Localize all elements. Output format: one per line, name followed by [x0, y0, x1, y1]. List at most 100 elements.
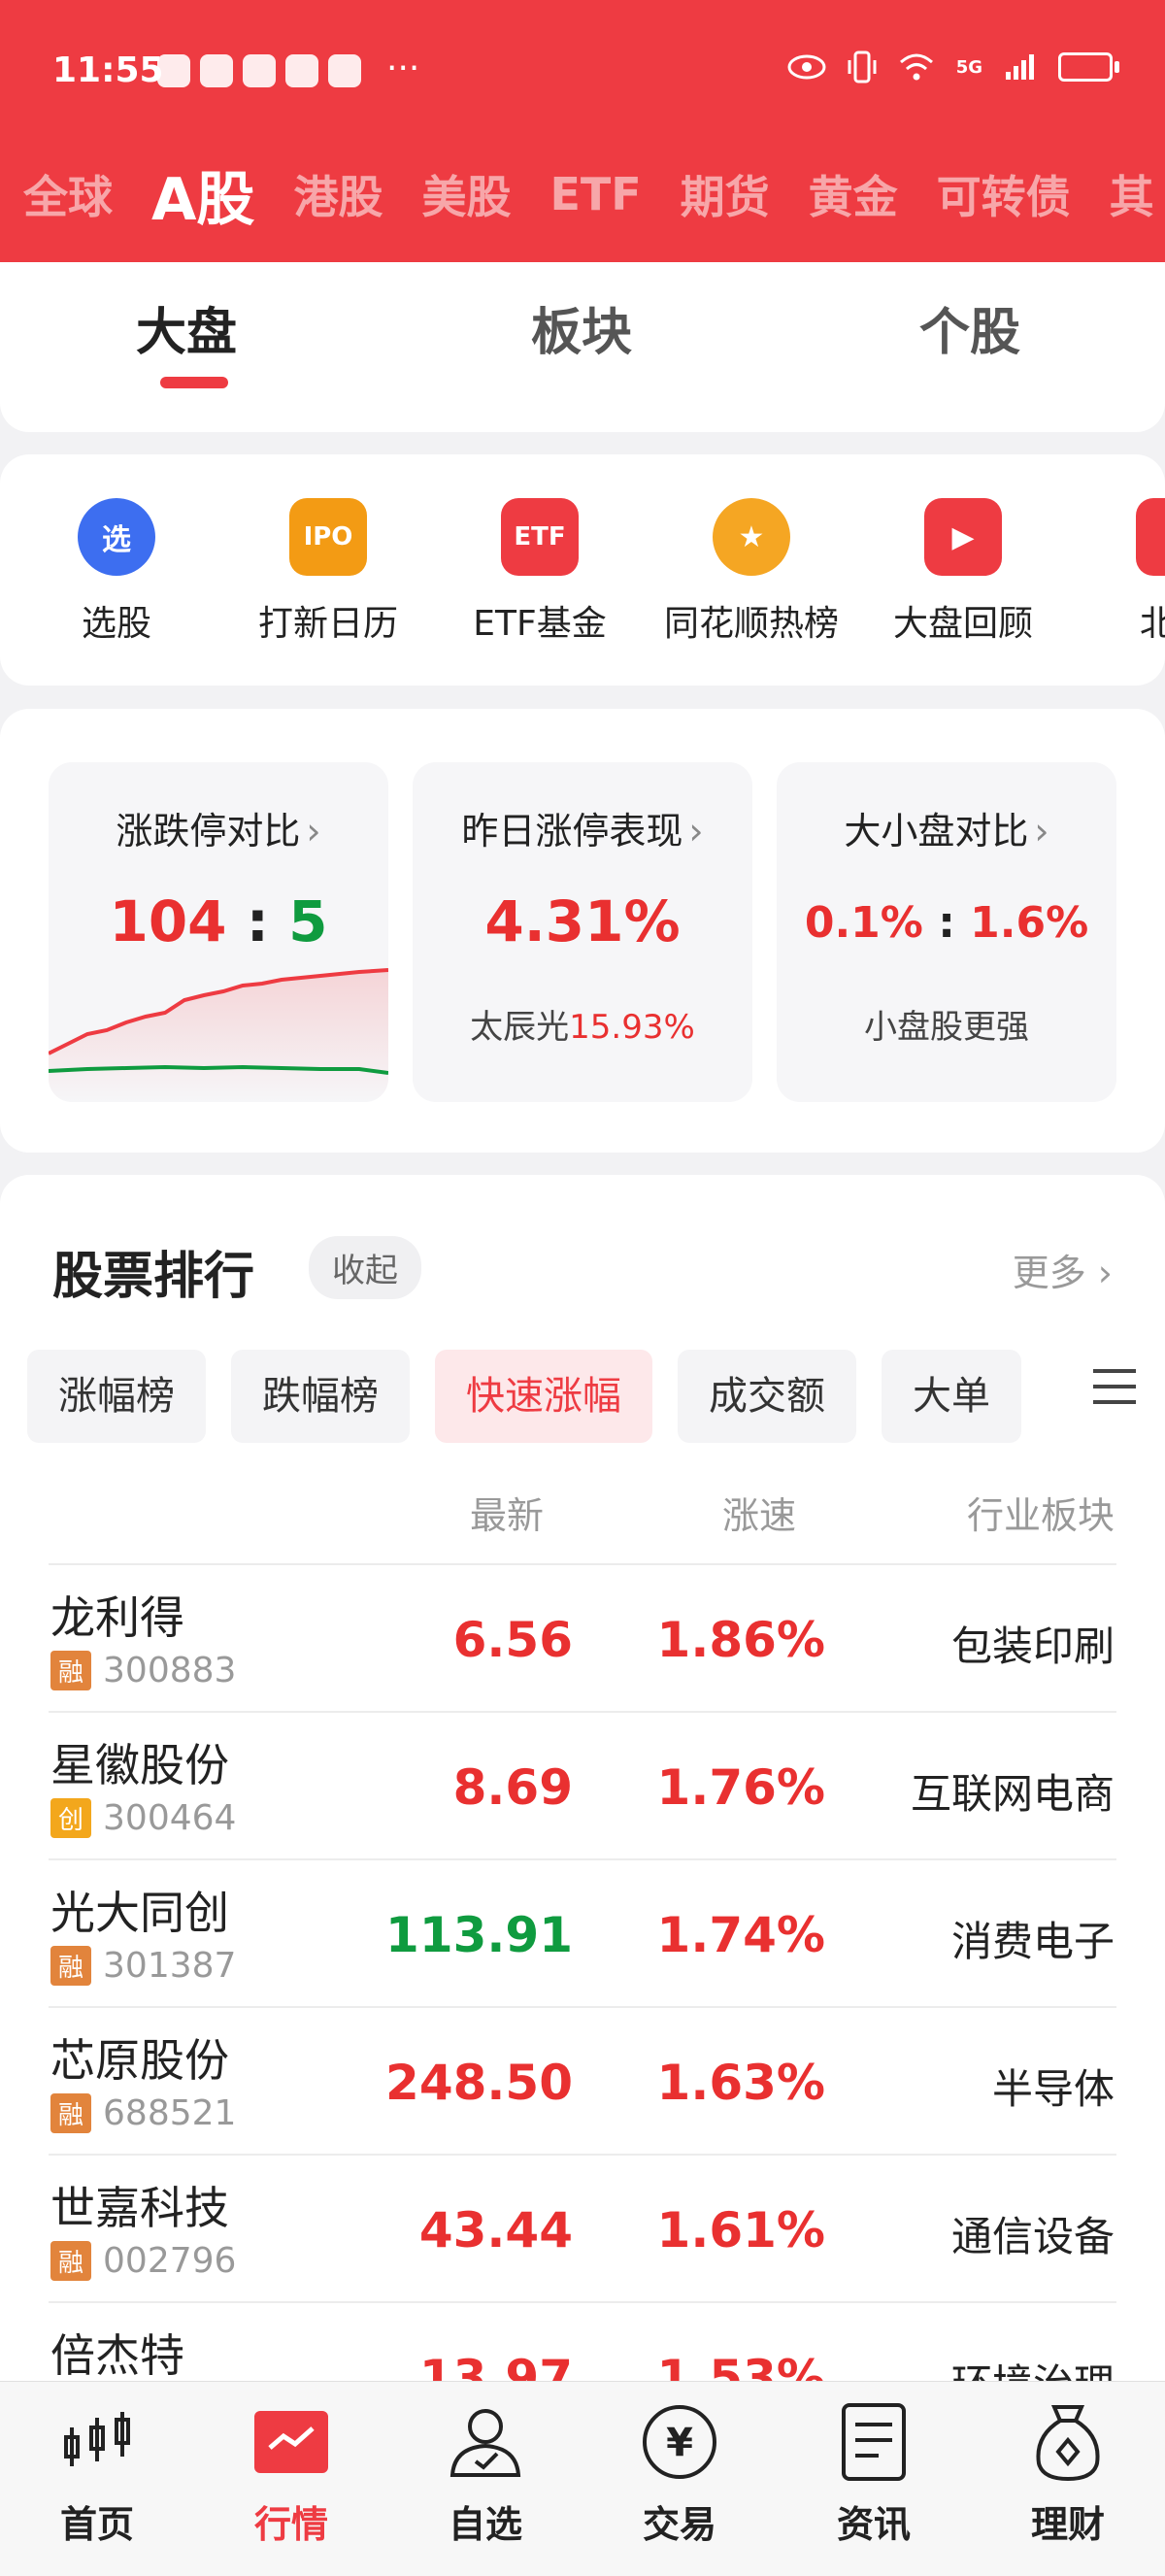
market-tab-hk[interactable]: 港股: [293, 162, 383, 226]
quick-entry-label: 同花顺热榜: [663, 604, 839, 644]
quick-entry-hot-list[interactable]: ★ 同花顺热榜: [645, 498, 858, 646]
nav-label: 交易: [642, 2503, 716, 2546]
margin-tag: 融: [50, 1651, 92, 1690]
table-row[interactable]: 光大同创 融 301387 113.91 1.74% 消费电子: [49, 1858, 1116, 2006]
market-tab-a-share[interactable]: A股: [151, 152, 254, 237]
industry-sector: 互联网电商: [910, 1770, 1115, 1818]
nav-label: 自选: [448, 2503, 522, 2546]
latest-price: 113.91: [385, 1907, 573, 1963]
column-latest[interactable]: 最新: [470, 1486, 544, 1539]
latest-price: 6.56: [452, 1612, 573, 1668]
market-tab-etf[interactable]: ETF: [549, 168, 641, 220]
latest-price: 8.69: [452, 1759, 573, 1816]
filter-fast-rise[interactable]: 快速涨幅: [435, 1350, 652, 1443]
quick-entry-select-stock[interactable]: 选 选股: [10, 498, 223, 646]
sub-tab-bar: 大盘 板块 个股: [0, 262, 1165, 432]
quick-entry-label: 打新日历: [257, 604, 398, 644]
table-header: 最新 涨速 行业板块: [0, 1486, 1165, 1544]
market-tab-convertible[interactable]: 可转债: [937, 162, 1071, 226]
quick-entry-ipo-calendar[interactable]: IPO 打新日历: [221, 498, 435, 646]
stock-code-line: 融 301387: [50, 1946, 236, 1986]
market-tab-gold[interactable]: 黄金: [809, 162, 898, 226]
limit-up-down-card[interactable]: 涨跌停对比 › 104 : 5: [49, 762, 388, 1102]
stock-name: 倍杰特: [50, 2329, 184, 2382]
table-row[interactable]: 芯原股份 融 688521 248.50 1.63% 半导体: [49, 2006, 1116, 2154]
card-title: 大小盘对比 ›: [777, 801, 1116, 854]
bottom-nav: 首页 行情 自选 ¥ 交易 资讯 理财: [0, 2381, 1165, 2576]
quick-entry-etf-fund[interactable]: ETF ETF基金: [433, 498, 647, 646]
notification-icons: [157, 54, 361, 87]
battery-icon: [1058, 52, 1119, 82]
rise-speed: 1.76%: [656, 1759, 825, 1816]
market-tab-global[interactable]: 全球: [23, 162, 113, 226]
user-check-icon: [447, 2403, 524, 2481]
status-time: 11:55: [52, 50, 164, 90]
growth-board-tag: 创: [50, 1798, 92, 1838]
wifi-icon: [899, 53, 933, 81]
nav-market[interactable]: 行情: [194, 2403, 388, 2548]
column-industry: 行业板块: [966, 1494, 1115, 1537]
stock-name: 光大同创: [50, 1887, 229, 1939]
table-row[interactable]: 星徽股份 创 300464 8.69 1.76% 互联网电商: [49, 1711, 1116, 1858]
yesterday-limit-up-value: 4.31%: [484, 888, 681, 954]
column-speed[interactable]: 涨速: [722, 1486, 796, 1539]
table-row[interactable]: 龙利得 融 300883 6.56 1.86% 包装印刷: [49, 1563, 1116, 1711]
cap-compare-ratio: 0.1% : 1.6%: [777, 898, 1116, 948]
status-bar: 11:55 ··· 5G: [0, 0, 1165, 146]
document-icon: [835, 2403, 913, 2481]
quick-entry-label: 北方: [1139, 604, 1165, 644]
menu-icon[interactable]: [1093, 1369, 1136, 1412]
market-tab-futures[interactable]: 期货: [681, 162, 770, 226]
tab-market-overview[interactable]: 大盘: [136, 291, 237, 364]
app-notification-icon: [200, 54, 233, 87]
stock-name: 芯原股份: [50, 2034, 229, 2087]
quick-entry-label: 大盘回顾: [892, 604, 1033, 644]
yesterday-limit-up-card[interactable]: 昨日涨停表现 › 4.31% 太辰光15.93%: [413, 762, 752, 1102]
large-cap-change: 0.1%: [804, 898, 923, 948]
stock-code: 301387: [103, 1946, 237, 1986]
signal-icon: [1006, 54, 1034, 80]
industry-sector: 消费电子: [950, 1918, 1115, 1965]
filter-top-gainers[interactable]: 涨幅榜: [27, 1350, 206, 1443]
top-performer-value: 15.93%: [569, 1008, 695, 1047]
ranking-table: 龙利得 融 300883 6.56 1.86% 包装印刷 星徽股份 创 3004…: [0, 1563, 1165, 2437]
candlestick-icon: [58, 2403, 136, 2481]
stock-code: 688521: [103, 2093, 237, 2133]
nav-home[interactable]: 首页: [0, 2403, 194, 2548]
filter-top-losers[interactable]: 跌幅榜: [231, 1350, 410, 1443]
nav-news[interactable]: 资讯: [777, 2403, 971, 2548]
filter-turnover[interactable]: 成交额: [678, 1350, 856, 1443]
cap-compare-card[interactable]: 大小盘对比 › 0.1% : 1.6% 小盘股更强: [777, 762, 1116, 1102]
quick-entry-north-fund[interactable]: 北方: [1068, 498, 1165, 646]
filter-big-orders[interactable]: 大单: [882, 1350, 1021, 1443]
tab-stocks[interactable]: 个股: [919, 291, 1020, 364]
ratio-separator: :: [938, 898, 955, 948]
quick-entry-market-review[interactable]: ▶ 大盘回顾: [856, 498, 1070, 646]
tab-sectors[interactable]: 板块: [531, 291, 632, 364]
stock-code: 300883: [103, 1651, 237, 1690]
header-bar: 11:55 ··· 5G 全球 A股 港股 美股 ETF 期货 黄金 可转债 其: [0, 0, 1165, 262]
market-tab-us[interactable]: 美股: [421, 162, 511, 226]
ranking-filters: 涨幅榜 跌幅榜 快速涨幅 成交额 大单: [27, 1350, 1076, 1447]
top-performer-name: 太辰光: [470, 1008, 570, 1047]
small-cap-change: 1.6%: [970, 898, 1089, 948]
select-stock-icon: 选: [78, 498, 155, 576]
nav-wealth[interactable]: 理财: [971, 2403, 1165, 2548]
market-tab-other[interactable]: 其: [1110, 162, 1154, 226]
nav-trade[interactable]: ¥ 交易: [582, 2403, 777, 2548]
margin-tag: 融: [50, 2093, 92, 2133]
stock-code-line: 融 002796: [50, 2241, 236, 2281]
collapse-button[interactable]: 收起: [309, 1236, 421, 1299]
table-row[interactable]: 世嘉科技 融 002796 43.44 1.61% 通信设备: [49, 2154, 1116, 2301]
more-link[interactable]: 更多 ›: [1013, 1243, 1113, 1296]
industry-sector: 半导体: [991, 2065, 1115, 2113]
nav-label: 首页: [59, 2503, 134, 2546]
stock-code: 300464: [103, 1798, 237, 1838]
stock-code-line: 创 300464: [50, 1798, 236, 1838]
nav-watchlist[interactable]: 自选: [388, 2403, 582, 2548]
yen-coin-icon: ¥: [641, 2403, 718, 2481]
stock-code-line: 融 688521: [50, 2093, 236, 2133]
app-notification-icon: [285, 54, 318, 87]
latest-price: 248.50: [385, 2055, 573, 2111]
top-performer: 太辰光15.93%: [413, 1000, 752, 1048]
